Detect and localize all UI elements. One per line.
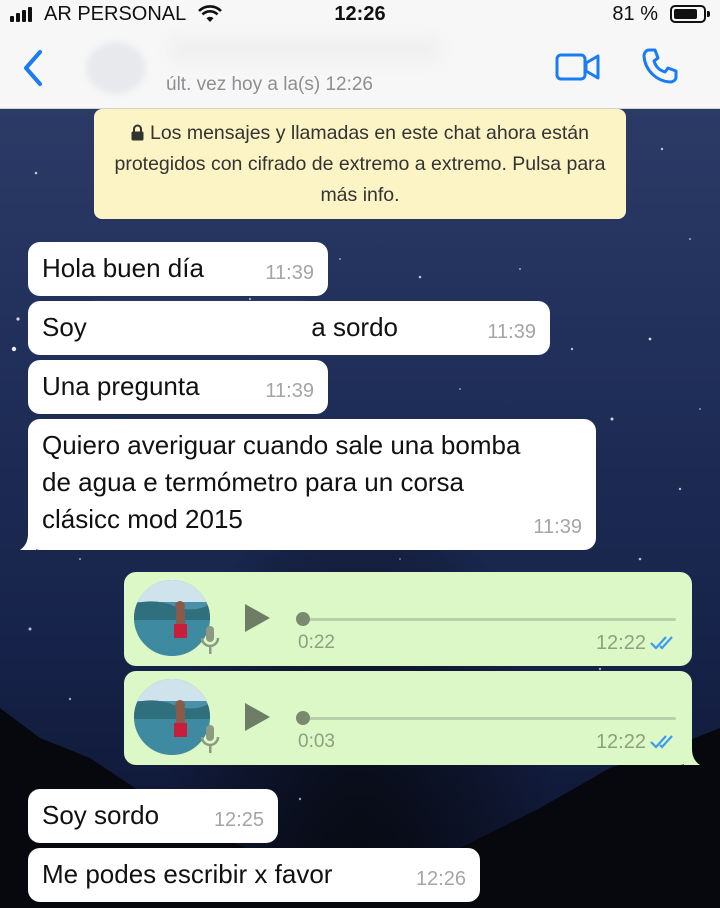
battery-fill (674, 9, 697, 19)
microphone-icon (200, 725, 220, 753)
play-icon[interactable] (242, 602, 272, 634)
voice-progress-track[interactable] (300, 717, 676, 720)
voice-note-avatar (134, 679, 210, 755)
redacted-text (94, 309, 305, 346)
voice-progress-track[interactable] (300, 618, 676, 621)
message-time: 12:26 (415, 868, 466, 890)
wifi-icon (198, 5, 222, 22)
voice-note-avatar (134, 580, 210, 656)
incoming-message[interactable]: Me podes escribir x favor 12:26 (28, 848, 480, 902)
message-time: 11:39 (265, 380, 314, 402)
chat-area[interactable]: Los mensajes y llamadas en este chat aho… (0, 109, 720, 908)
video-call-icon[interactable] (555, 52, 601, 82)
message-time: 11:39 (487, 321, 536, 343)
back-chevron-icon[interactable] (18, 48, 48, 88)
outgoing-voice-note[interactable]: 0:22 12:22 (124, 572, 692, 666)
incoming-message[interactable]: Soy sordo 12:25 (28, 789, 278, 843)
incoming-message[interactable]: Hola buen día 11:39 (28, 242, 328, 296)
lock-icon (131, 124, 144, 141)
contact-name-redacted[interactable] (170, 36, 440, 62)
double-check-icon (650, 735, 673, 749)
voice-duration: 0:22 (298, 632, 335, 653)
incoming-message[interactable]: Quiero averiguar cuando sale una bomba d… (20, 419, 596, 550)
double-check-icon (650, 636, 673, 650)
message-text: Una pregunta (42, 371, 200, 401)
bubble-tail (20, 534, 36, 550)
battery-percent: 81 % (612, 3, 658, 25)
message-text-end: a sordo (311, 312, 399, 342)
phone-call-icon[interactable] (640, 46, 680, 86)
message-text-start: Soy (42, 312, 87, 342)
carrier-name: AR PERSONAL (44, 3, 187, 25)
voice-progress-knob[interactable] (296, 612, 310, 626)
outgoing-voice-note[interactable]: 0:03 12:22 (124, 671, 700, 765)
message-time: 12:25 (213, 809, 264, 831)
message-time: 12:22 (595, 632, 646, 654)
message-time: 12:22 (595, 731, 646, 753)
incoming-message[interactable]: Soy a sordo 11:39 (28, 301, 550, 355)
message-text: Soy sordo (42, 800, 160, 830)
message-text: Me podes escribir x favor (42, 859, 333, 889)
message-time: 11:39 (533, 516, 582, 538)
voice-progress-knob[interactable] (296, 711, 310, 725)
message-text: Hola buen día (42, 253, 204, 283)
message-text: Quiero averiguar cuando sale una bomba d… (42, 430, 521, 534)
chat-header: últ. vez hoy a la(s) 12:26 (0, 30, 720, 109)
encryption-notice-text: Los mensajes y llamadas en este chat aho… (114, 122, 606, 206)
voice-duration: 0:03 (298, 731, 335, 752)
battery-icon (670, 5, 710, 23)
microphone-icon (200, 626, 220, 654)
encryption-notice[interactable]: Los mensajes y llamadas en este chat aho… (94, 109, 626, 219)
last-seen-status: últ. vez hoy a la(s) 12:26 (166, 74, 373, 95)
status-bar: AR PERSONAL 12:26 81 % (0, 0, 720, 30)
incoming-message[interactable]: Una pregunta 11:39 (28, 360, 328, 414)
message-time: 11:39 (265, 262, 314, 284)
bubble-tail (684, 749, 700, 765)
play-icon[interactable] (242, 701, 272, 733)
contact-avatar[interactable] (86, 42, 146, 94)
signal-icon (10, 6, 32, 22)
